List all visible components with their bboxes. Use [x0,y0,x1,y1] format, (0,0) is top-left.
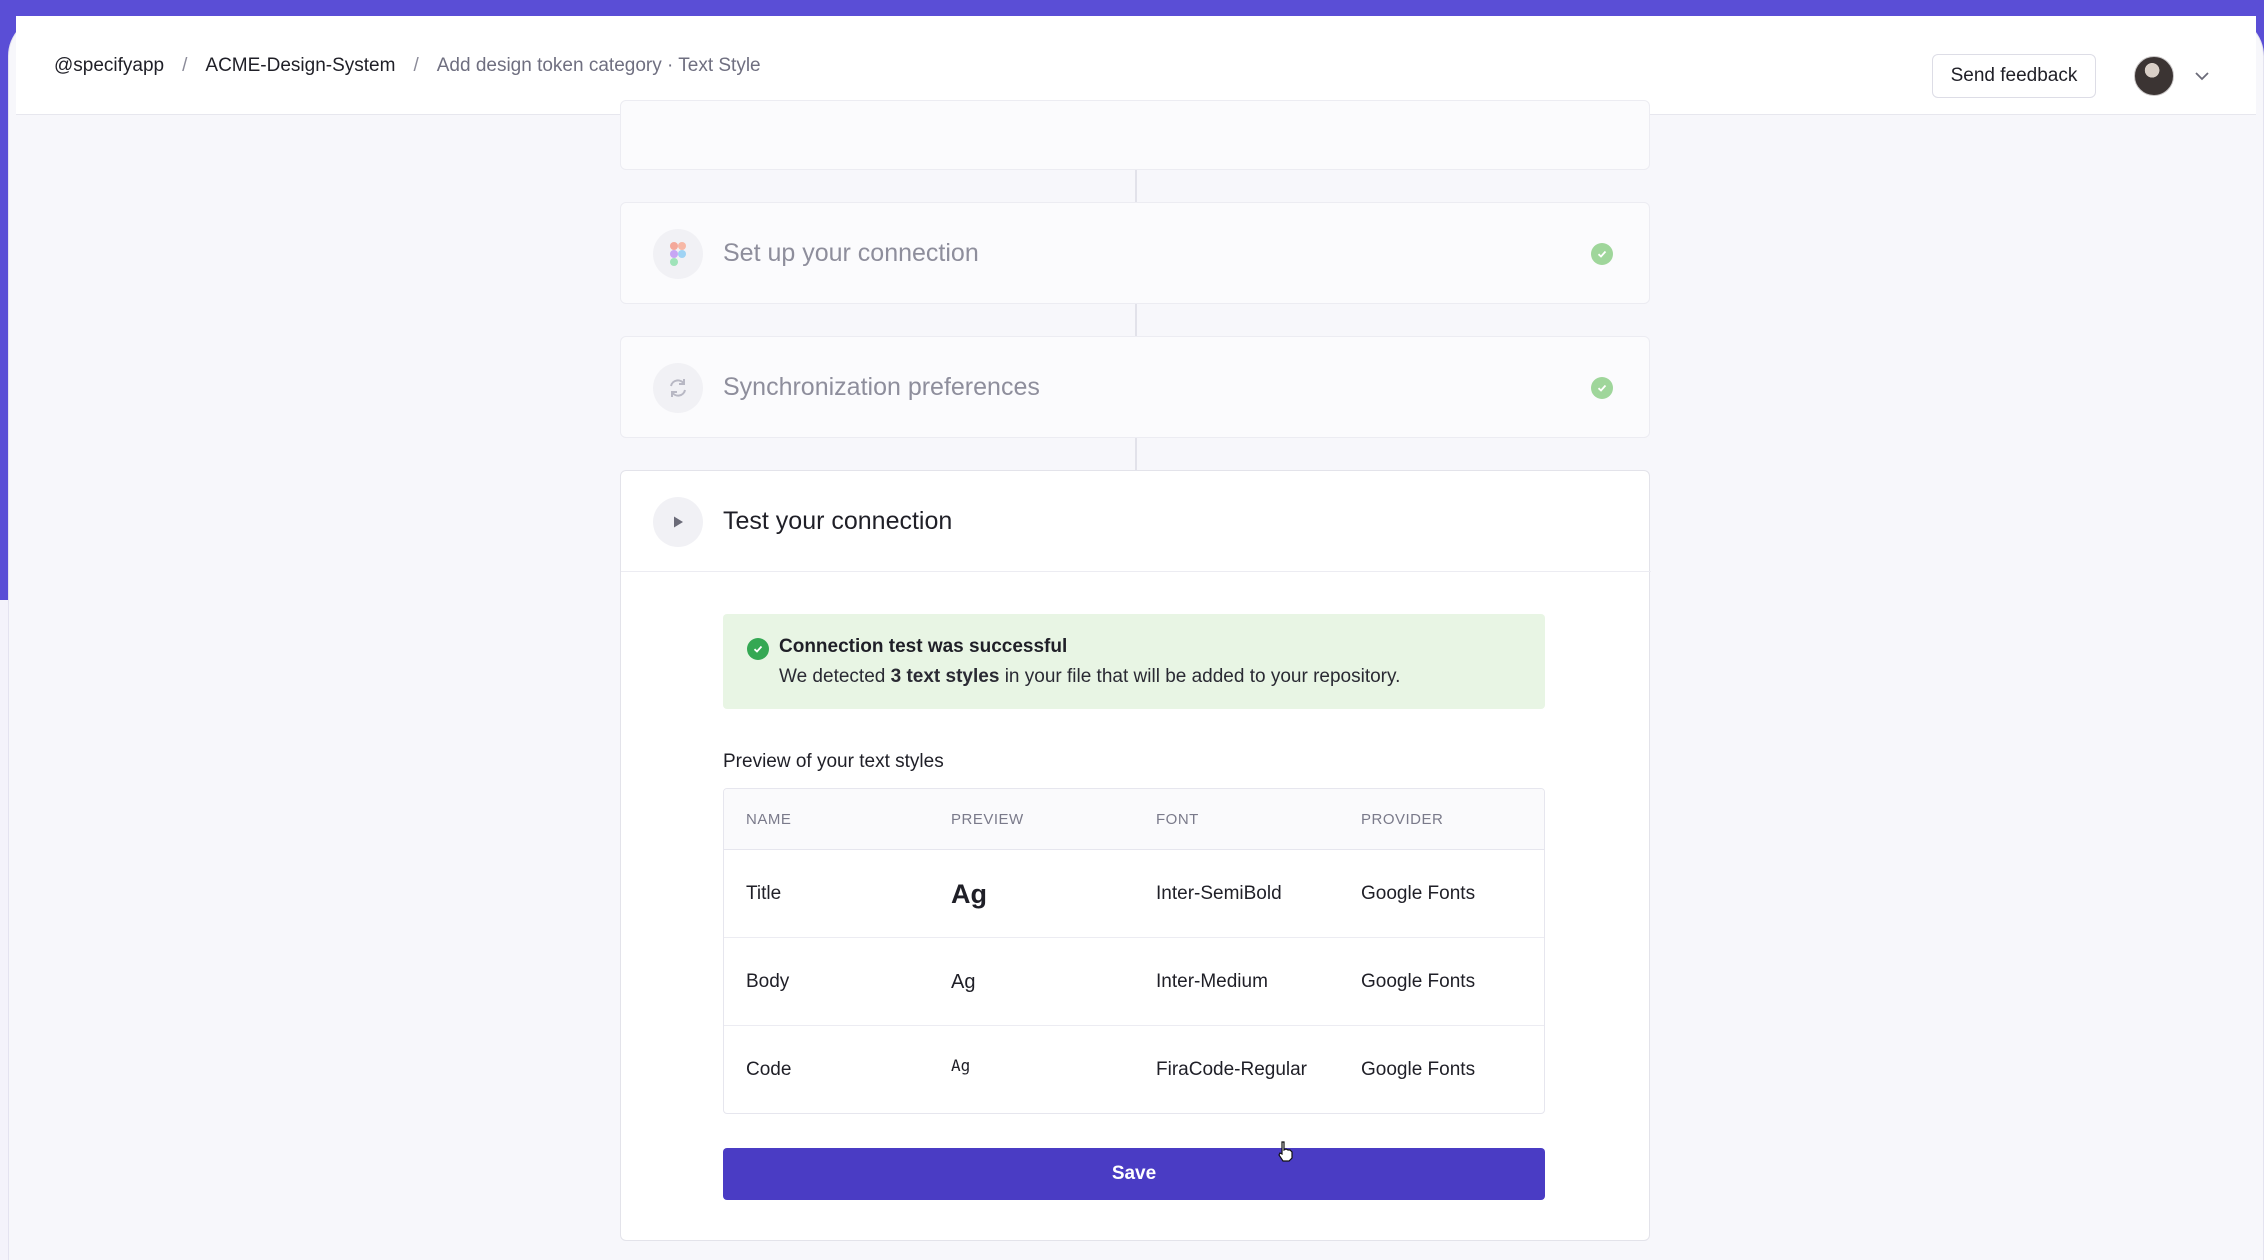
alert-title: Connection test was successful [779,636,1068,657]
alert-body-suffix: in your file that will be added to your … [1004,666,1401,687]
alert-body-prefix: We detected [779,666,886,687]
play-icon [653,497,703,547]
step-card-test: Test your connection Connection test was… [620,470,1651,1241]
cell-font: Inter-SemiBold [1156,883,1282,904]
table-row: Body Ag Inter-Medium Google Fonts [724,938,1544,1026]
chevron-down-icon[interactable] [2192,66,2212,86]
main-content: Set up your connection Synchronization p… [16,100,2256,1260]
figma-icon [653,229,703,279]
step-card-setup[interactable]: Set up your connection [620,202,1650,304]
avatar[interactable] [2134,56,2174,96]
breadcrumb-repo[interactable]: ACME-Design-System [205,55,395,77]
breadcrumb-separator: / [413,54,419,76]
step-card-previous [620,100,1650,170]
alert-body-count: 3 text styles [890,666,1000,687]
send-feedback-button[interactable]: Send feedback [1932,54,2096,98]
breadcrumb-current-page: Add design token category · Text Style [436,54,761,76]
check-circle-icon [1591,243,1613,265]
breadcrumb-org[interactable]: @specifyapp [54,55,164,77]
column-header-name: NAME [746,811,792,828]
column-header-provider: PROVIDER [1361,811,1444,828]
step-card-sync[interactable]: Synchronization preferences [620,336,1650,438]
step-title: Set up your connection [723,238,979,267]
table-row: Title Ag Inter-SemiBold Google Fonts [724,850,1544,938]
cell-provider: Google Fonts [1361,971,1476,992]
hand-cursor-icon [1278,1141,1293,1162]
cell-provider: Google Fonts [1361,1059,1476,1080]
cell-preview: Ag [951,970,976,993]
table-row: Code Ag FiraCode-Regular Google Fonts [724,1026,1544,1113]
sync-icon [653,363,703,413]
cell-preview: Ag [951,1056,971,1075]
step-connector [1135,438,1137,470]
step-header[interactable]: Test your connection [621,471,1651,572]
alert-body: We detected 3 text styles in your file t… [779,666,1400,688]
cell-name: Body [746,971,790,992]
success-alert: Connection test was successful We detect… [723,614,1545,709]
table-header: NAME PREVIEW FONT PROVIDER [724,789,1544,850]
column-header-font: FONT [1156,811,1199,828]
step-title: Test your connection [723,506,953,535]
breadcrumb-separator: / [182,54,188,76]
text-styles-table: NAME PREVIEW FONT PROVIDER Title Ag Inte… [723,788,1545,1114]
column-header-preview: PREVIEW [951,811,1024,828]
cell-name: Code [746,1059,792,1080]
cell-name: Title [746,883,782,904]
cell-preview: Ag [951,878,987,909]
cell-provider: Google Fonts [1361,883,1476,904]
cell-font: Inter-Medium [1156,971,1268,992]
step-connector [1135,170,1137,202]
check-circle-icon [747,638,769,660]
step-title: Synchronization preferences [723,372,1040,401]
save-button[interactable]: Save [723,1148,1545,1200]
check-circle-icon [1591,377,1613,399]
cell-font: FiraCode-Regular [1156,1059,1308,1080]
step-connector [1135,304,1137,336]
preview-label: Preview of your text styles [723,751,944,772]
